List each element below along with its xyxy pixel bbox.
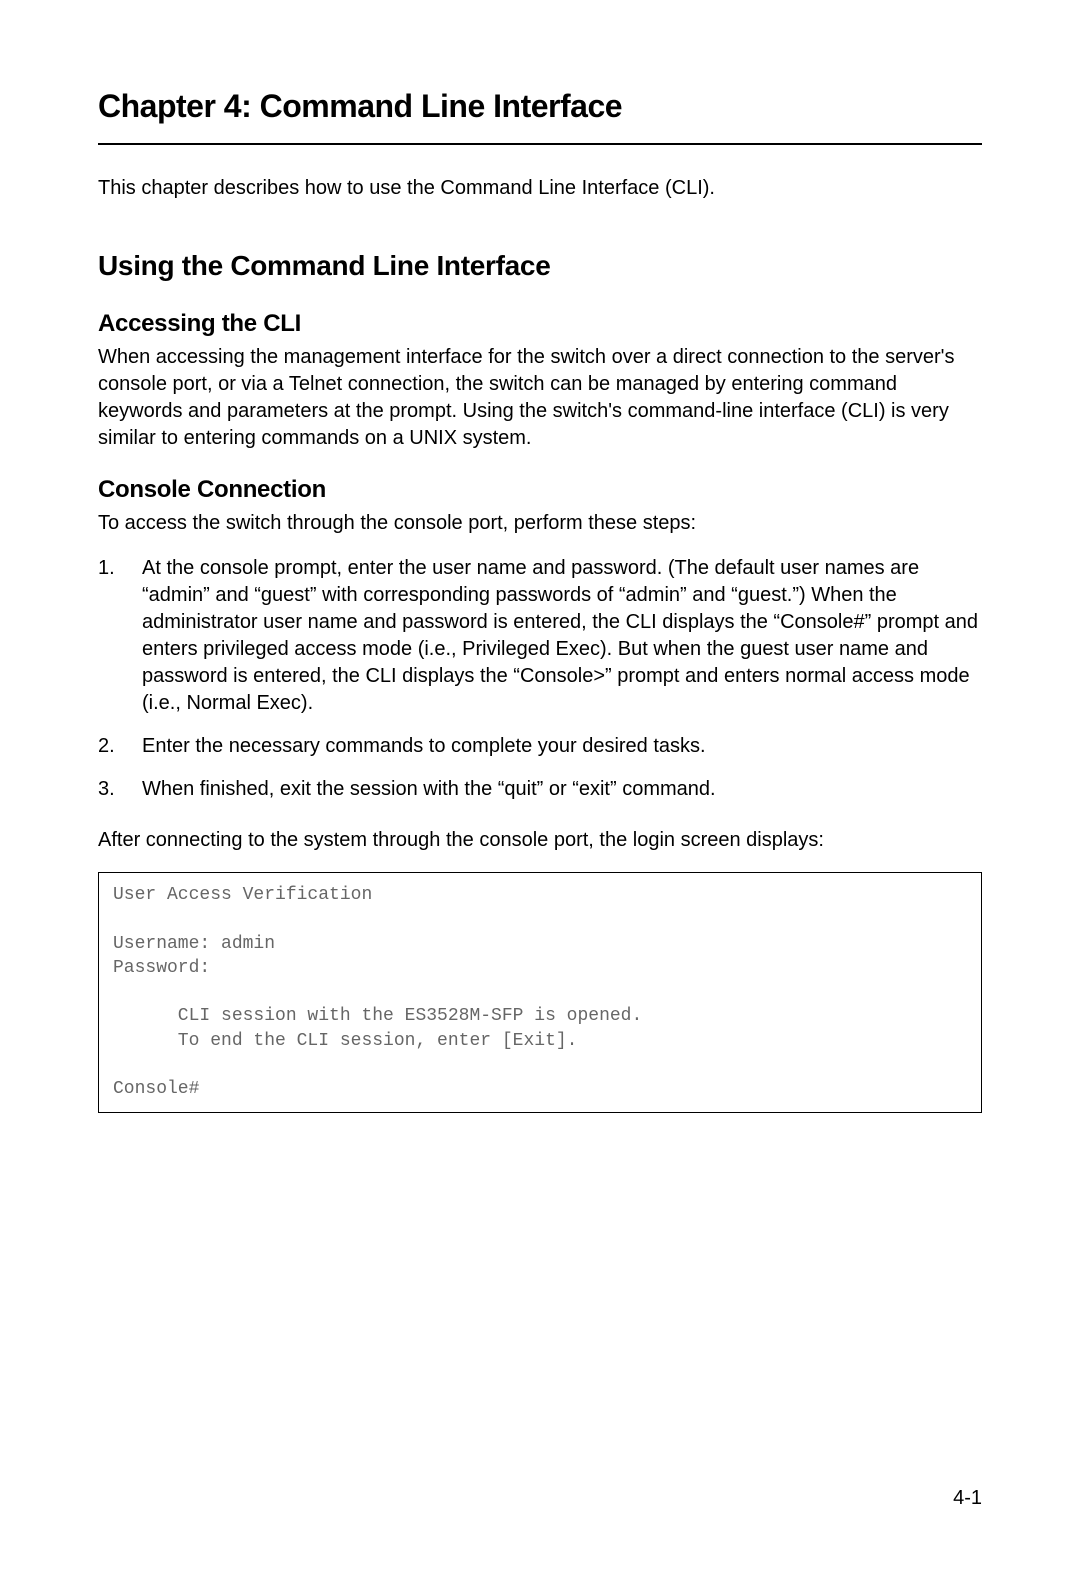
step-item: 3. When finished, exit the session with … [98, 776, 982, 803]
step-item: 1. At the console prompt, enter the user… [98, 555, 982, 717]
step-text: When finished, exit the session with the… [142, 778, 716, 800]
chapter-intro: This chapter describes how to use the Co… [98, 175, 982, 202]
section-title: Using the Command Line Interface [98, 250, 982, 282]
step-text: At the console prompt, enter the user na… [142, 557, 978, 714]
chapter-title: Chapter 4: Command Line Interface [98, 88, 982, 125]
page-content: Chapter 4: Command Line Interface This c… [0, 0, 1080, 1113]
title-divider [98, 143, 982, 145]
page-number: 4-1 [953, 1487, 982, 1510]
subsection-console-title: Console Connection [98, 476, 982, 504]
step-text: Enter the necessary commands to complete… [142, 735, 706, 757]
after-steps-text: After connecting to the system through t… [98, 827, 982, 854]
step-number: 2. [98, 733, 115, 760]
console-steps-list: 1. At the console prompt, enter the user… [98, 555, 982, 803]
step-number: 1. [98, 555, 115, 582]
step-item: 2. Enter the necessary commands to compl… [98, 733, 982, 760]
code-block: User Access Verification Username: admin… [98, 872, 982, 1113]
step-number: 3. [98, 776, 115, 803]
accessing-body: When accessing the management interface … [98, 344, 982, 452]
console-intro: To access the switch through the console… [98, 510, 982, 537]
subsection-accessing-title: Accessing the CLI [98, 310, 982, 338]
